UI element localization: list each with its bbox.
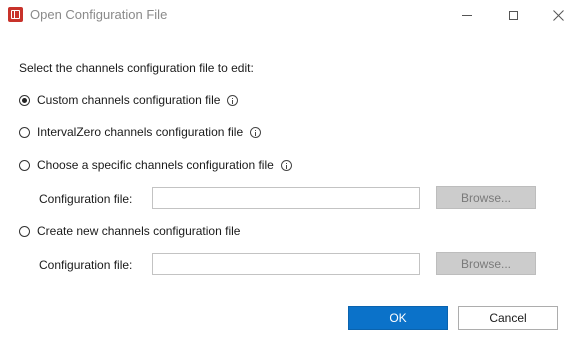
maximize-icon bbox=[508, 10, 518, 20]
new-file-label: Configuration file: bbox=[39, 258, 133, 272]
maximize-button[interactable] bbox=[490, 0, 536, 30]
option-intervalzero[interactable]: IntervalZero channels configuration file bbox=[19, 125, 262, 139]
close-button[interactable] bbox=[535, 0, 581, 30]
option-create-new[interactable]: Create new channels configuration file bbox=[19, 224, 240, 238]
radio-intervalzero[interactable] bbox=[19, 126, 30, 138]
option-custom-label[interactable]: Custom channels configuration file bbox=[37, 93, 220, 107]
option-specific[interactable]: Choose a specific channels configuration… bbox=[19, 158, 292, 172]
info-icon[interactable] bbox=[280, 159, 292, 171]
minimize-icon bbox=[462, 14, 472, 16]
new-browse-button[interactable]: Browse... bbox=[436, 252, 536, 275]
app-icon bbox=[8, 7, 23, 22]
close-icon bbox=[552, 9, 564, 21]
dialog-prompt: Select the channels configuration file t… bbox=[19, 61, 254, 75]
radio-custom[interactable] bbox=[19, 94, 30, 106]
info-icon[interactable] bbox=[250, 126, 262, 138]
window-title: Open Configuration File bbox=[30, 7, 168, 22]
specific-file-label: Configuration file: bbox=[39, 192, 133, 206]
new-file-input[interactable] bbox=[152, 253, 420, 275]
cancel-button[interactable]: Cancel bbox=[458, 306, 558, 330]
specific-browse-button[interactable]: Browse... bbox=[436, 186, 536, 209]
option-specific-label[interactable]: Choose a specific channels configuration… bbox=[37, 158, 274, 172]
option-intervalzero-label[interactable]: IntervalZero channels configuration file bbox=[37, 125, 243, 139]
option-create-new-label[interactable]: Create new channels configuration file bbox=[37, 224, 240, 238]
radio-create-new[interactable] bbox=[19, 225, 30, 237]
radio-specific[interactable] bbox=[19, 159, 30, 171]
title-bar: Open Configuration File bbox=[0, 0, 581, 30]
ok-button[interactable]: OK bbox=[348, 306, 448, 330]
minimize-button[interactable] bbox=[444, 0, 490, 30]
option-custom[interactable]: Custom channels configuration file bbox=[19, 93, 239, 107]
info-icon[interactable] bbox=[227, 94, 239, 106]
specific-file-input[interactable] bbox=[152, 187, 420, 209]
